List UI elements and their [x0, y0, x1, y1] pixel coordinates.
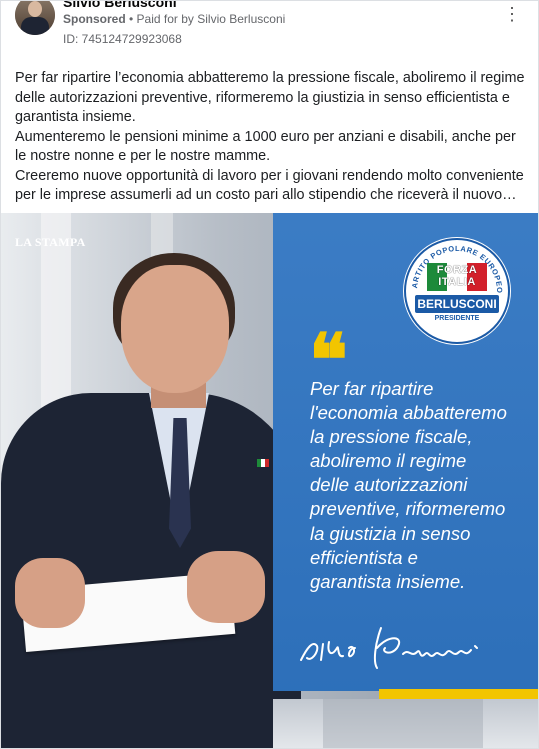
quote-line: aboliremo il regime	[310, 450, 467, 472]
quote-line: efficientista e	[310, 546, 418, 568]
la-stampa-watermark: LA STAMPA	[15, 235, 86, 249]
quote-text: Per far ripartire l'economia abbatteremo…	[310, 377, 530, 594]
logo-role: PRESIDENTE	[434, 315, 480, 322]
ad-card: Silvio Berlusconi Sponsored • Paid for b…	[0, 0, 539, 749]
politician-photo	[1, 213, 301, 748]
post-paragraph: Aumenteremo le pensioni minime a 1000 eu…	[15, 128, 516, 165]
signature	[300, 627, 478, 669]
forza-italia-mark: FORZA ITALIA	[427, 263, 487, 291]
page-name[interactable]: Silvio Berlusconi	[63, 1, 177, 10]
yellow-accent-bar	[379, 689, 538, 699]
ad-id: ID: 745124729923068	[63, 32, 182, 46]
post-paragraph: Per far ripartire l’economia abbatteremo…	[15, 70, 525, 125]
quote-line: delle autorizzazioni	[310, 474, 468, 496]
flag-pin-icon	[257, 459, 269, 467]
quote-line: l'economia abbatteremo	[310, 402, 507, 424]
forza-italia-logo: PARTITO POPOLARE EUROPEO FORZA ITALIA BE…	[403, 237, 511, 345]
quote-line: garantista insieme.	[310, 570, 466, 592]
quote-line: la pressione fiscale,	[310, 426, 473, 448]
paid-by-label: • Paid for by Silvio Berlusconi	[129, 12, 286, 26]
quote-line: Per far ripartire	[310, 378, 434, 399]
sponsored-label: Sponsored	[63, 12, 126, 26]
sponsorship-line: Sponsored • Paid for by Silvio Berluscon…	[63, 12, 285, 26]
logo-line2: ITALIA	[438, 276, 476, 288]
post-header: Silvio Berlusconi Sponsored • Paid for b…	[1, 1, 538, 61]
logo-line1: FORZA	[436, 264, 478, 276]
quote-line: la giustizia in senso	[310, 522, 471, 544]
quote-line: preventive, riformeremo	[310, 498, 506, 520]
ad-image[interactable]: LA STAMPA PARTITO POPOLARE EUROPEO FORZA…	[1, 213, 538, 748]
quote-panel: PARTITO POPOLARE EUROPEO FORZA ITALIA BE…	[273, 213, 538, 691]
post-paragraph: Creeremo nuove opportunità di lavoro per…	[15, 167, 524, 204]
logo-ring: PARTITO POPOLARE EUROPEO	[403, 237, 510, 344]
logo-name: BERLUSCONI	[415, 295, 499, 313]
post-body: Per far ripartire l’economia abbatteremo…	[15, 69, 527, 206]
page-avatar[interactable]	[15, 1, 55, 35]
more-options-icon[interactable]: ⋮	[503, 5, 522, 23]
